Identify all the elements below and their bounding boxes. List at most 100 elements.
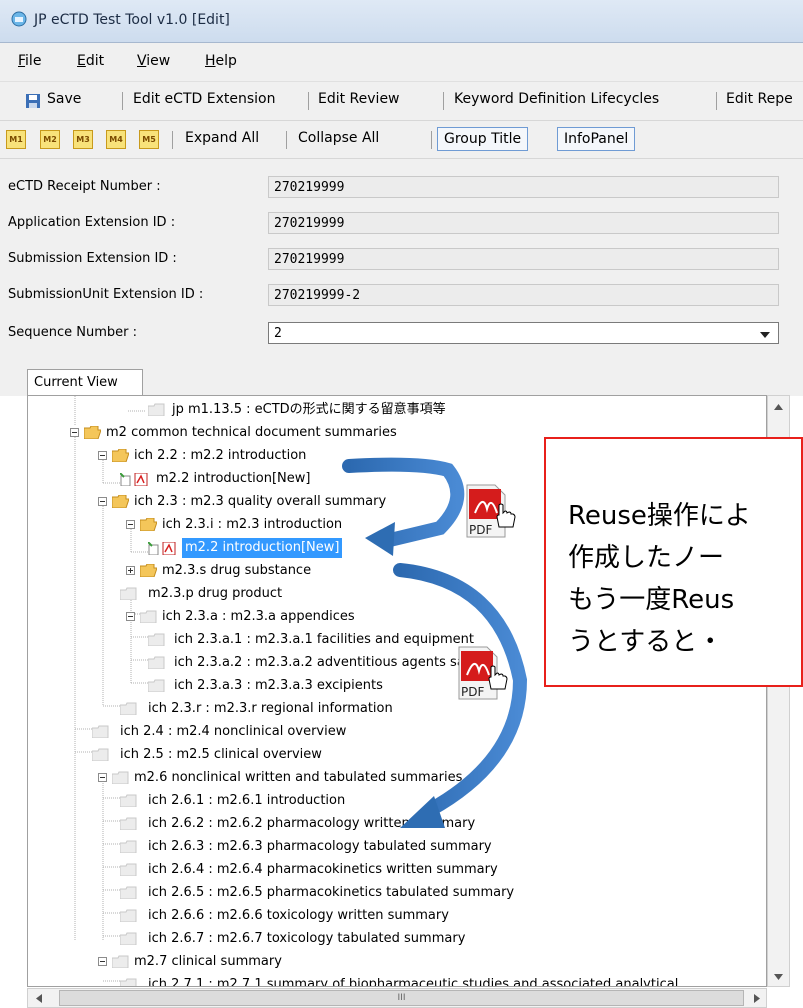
expand-all-button[interactable]: Expand All: [185, 130, 259, 146]
folder-icon: [120, 932, 137, 945]
group-title-toggle[interactable]: Group Title: [437, 127, 529, 151]
module-m2-button[interactable]: M2: [40, 130, 60, 149]
tree-item-label: m2.3.p drug product: [148, 586, 283, 601]
tree-item-label: ich 2.6.4 : m2.6.4 pharmacokinetics writ…: [148, 862, 498, 877]
menu-file[interactable]: File: [18, 53, 41, 69]
tree-item-label: ich 2.6.3 : m2.6.3 pharmacology tabulate…: [148, 839, 492, 854]
tab-current-view[interactable]: Current View: [27, 369, 143, 396]
ectd-receipt-number-field[interactable]: 270219999: [268, 176, 779, 198]
module-m1-button[interactable]: M1: [6, 130, 26, 149]
folder-icon: [120, 702, 137, 715]
pdf-icon: [134, 473, 148, 486]
collapse-icon[interactable]: [98, 497, 107, 506]
pdf-label: PDF: [461, 685, 485, 699]
sequence-number-value: 2: [274, 326, 282, 341]
folder-icon: [120, 817, 137, 830]
tree-item-label: ich 2.3.a.3 : m2.3.a.3 excipients: [174, 678, 383, 693]
menu-edit[interactable]: Edit: [77, 53, 104, 69]
folder-icon: [140, 610, 157, 623]
tree-item-label: ich 2.6.7 : m2.6.7 toxicology tabulated …: [148, 931, 466, 946]
menu-help[interactable]: Help: [205, 53, 237, 69]
reuse-icon: [120, 473, 131, 486]
expand-icon[interactable]: [126, 566, 135, 575]
toolbar: Save Edit eCTD Extension Edit Review Key…: [0, 82, 803, 121]
reuse-icon: [148, 542, 159, 555]
save-icon: [26, 94, 40, 108]
field-label: SubmissionUnit Extension ID :: [8, 287, 204, 302]
field-label: Application Extension ID :: [8, 215, 176, 230]
folder-icon: [92, 748, 109, 761]
folder-icon: [120, 794, 137, 807]
tree-item-label: ich 2.2 : m2.2 introduction: [134, 448, 307, 463]
edit-repeat-button[interactable]: Edit Repe: [726, 91, 793, 107]
tree-item-label: ich 2.3.a : m2.3.a appendices: [162, 609, 355, 624]
tree-item-label: m2 common technical document summaries: [106, 425, 397, 440]
sequence-number-select[interactable]: 2: [268, 322, 779, 344]
edit-review-button[interactable]: Edit Review: [318, 91, 400, 107]
tree-item-label: ich 2.7.1 : m2.7.1 summary of biopharmac…: [148, 977, 679, 987]
folder-icon: [112, 771, 129, 784]
tree-item-label: ich 2.6.2 : m2.6.2 pharmacology written …: [148, 816, 476, 831]
info-panel-toggle[interactable]: InfoPanel: [557, 127, 636, 151]
scroll-down-icon[interactable]: [774, 974, 783, 980]
tree-item-label: m2.2 introduction[New]: [182, 538, 343, 558]
module-m5-button[interactable]: M5: [139, 130, 159, 149]
toolbar-separator: [308, 92, 309, 110]
application-extension-id-field[interactable]: 270219999: [268, 212, 779, 234]
submission-extension-id-field[interactable]: 270219999: [268, 248, 779, 270]
folder-icon: [148, 403, 165, 416]
collapse-icon[interactable]: [70, 428, 79, 437]
collapse-icon[interactable]: [98, 957, 107, 966]
scroll-up-icon[interactable]: [774, 404, 783, 410]
folder-icon: [148, 679, 165, 692]
module-m3-button[interactable]: M3: [73, 130, 93, 149]
module-m4-button[interactable]: M4: [106, 130, 126, 149]
toolbar-separator: [431, 131, 432, 149]
tree-item-label: m2.7 clinical summary: [134, 954, 282, 969]
collapse-icon[interactable]: [98, 451, 107, 460]
keyword-definition-lifecycles-button[interactable]: Keyword Definition Lifecycles: [454, 91, 659, 107]
chevron-down-icon[interactable]: [760, 332, 770, 338]
callout-line: うとすると・: [568, 627, 724, 657]
horizontal-scrollbar[interactable]: III: [27, 988, 767, 1008]
collapse-icon[interactable]: [126, 612, 135, 621]
folder-icon: [120, 587, 137, 600]
folder-open-icon: [112, 495, 129, 508]
toolbar-separator: [122, 92, 123, 110]
toolbar-separator: [286, 131, 287, 149]
menu-bar: File Edit View Help: [0, 43, 803, 82]
scroll-thumb[interactable]: III: [59, 990, 744, 1006]
folder-icon: [148, 656, 165, 669]
hand-cursor-icon: [496, 503, 516, 528]
tree-item-label: m2.2 introduction[New]: [156, 471, 311, 486]
tree-item-label: jp m1.13.5 : eCTDの形式に関する留意事項等: [172, 402, 446, 417]
scroll-grip: III: [397, 993, 406, 1003]
window-title: JP eCTD Test Tool v1.0 [Edit]: [34, 12, 230, 28]
field-label: Sequence Number :: [8, 325, 137, 340]
folder-icon: [148, 633, 165, 646]
scroll-left-icon[interactable]: [36, 994, 42, 1003]
edit-ectd-extension-button[interactable]: Edit eCTD Extension: [133, 91, 275, 107]
collapse-icon[interactable]: [98, 773, 107, 782]
tree-item-label: ich 2.3 : m2.3 quality overall summary: [134, 494, 387, 509]
pdf-drag-icon: PDF: [463, 483, 516, 539]
tree-item-label: ich 2.3.r : m2.3.r regional information: [148, 701, 393, 716]
folder-icon: [120, 909, 137, 922]
tree-item-label: ich 2.3.i : m2.3 introduction: [162, 517, 343, 532]
field-label: Submission Extension ID :: [8, 251, 177, 266]
folder-icon: [112, 955, 129, 968]
callout-line: Reuse操作によ: [568, 501, 751, 531]
submissionunit-extension-id-field[interactable]: 270219999-2: [268, 284, 779, 306]
hand-cursor-icon: [488, 665, 508, 690]
toolbar-separator: [172, 131, 173, 149]
pdf-icon: [162, 542, 176, 555]
save-button[interactable]: Save: [47, 91, 81, 107]
menu-view[interactable]: View: [137, 53, 170, 69]
collapse-icon[interactable]: [126, 520, 135, 529]
folder-icon: [92, 725, 109, 738]
tree-item-label: ich 2.3.a.1 : m2.3.a.1 facilities and eq…: [174, 632, 475, 647]
collapse-all-button[interactable]: Collapse All: [298, 130, 379, 146]
annotation-callout: Reuse操作によ 作成したノー もう一度Reus うとすると・: [544, 437, 803, 687]
scroll-right-icon[interactable]: [754, 994, 760, 1003]
app-icon: [11, 11, 27, 27]
